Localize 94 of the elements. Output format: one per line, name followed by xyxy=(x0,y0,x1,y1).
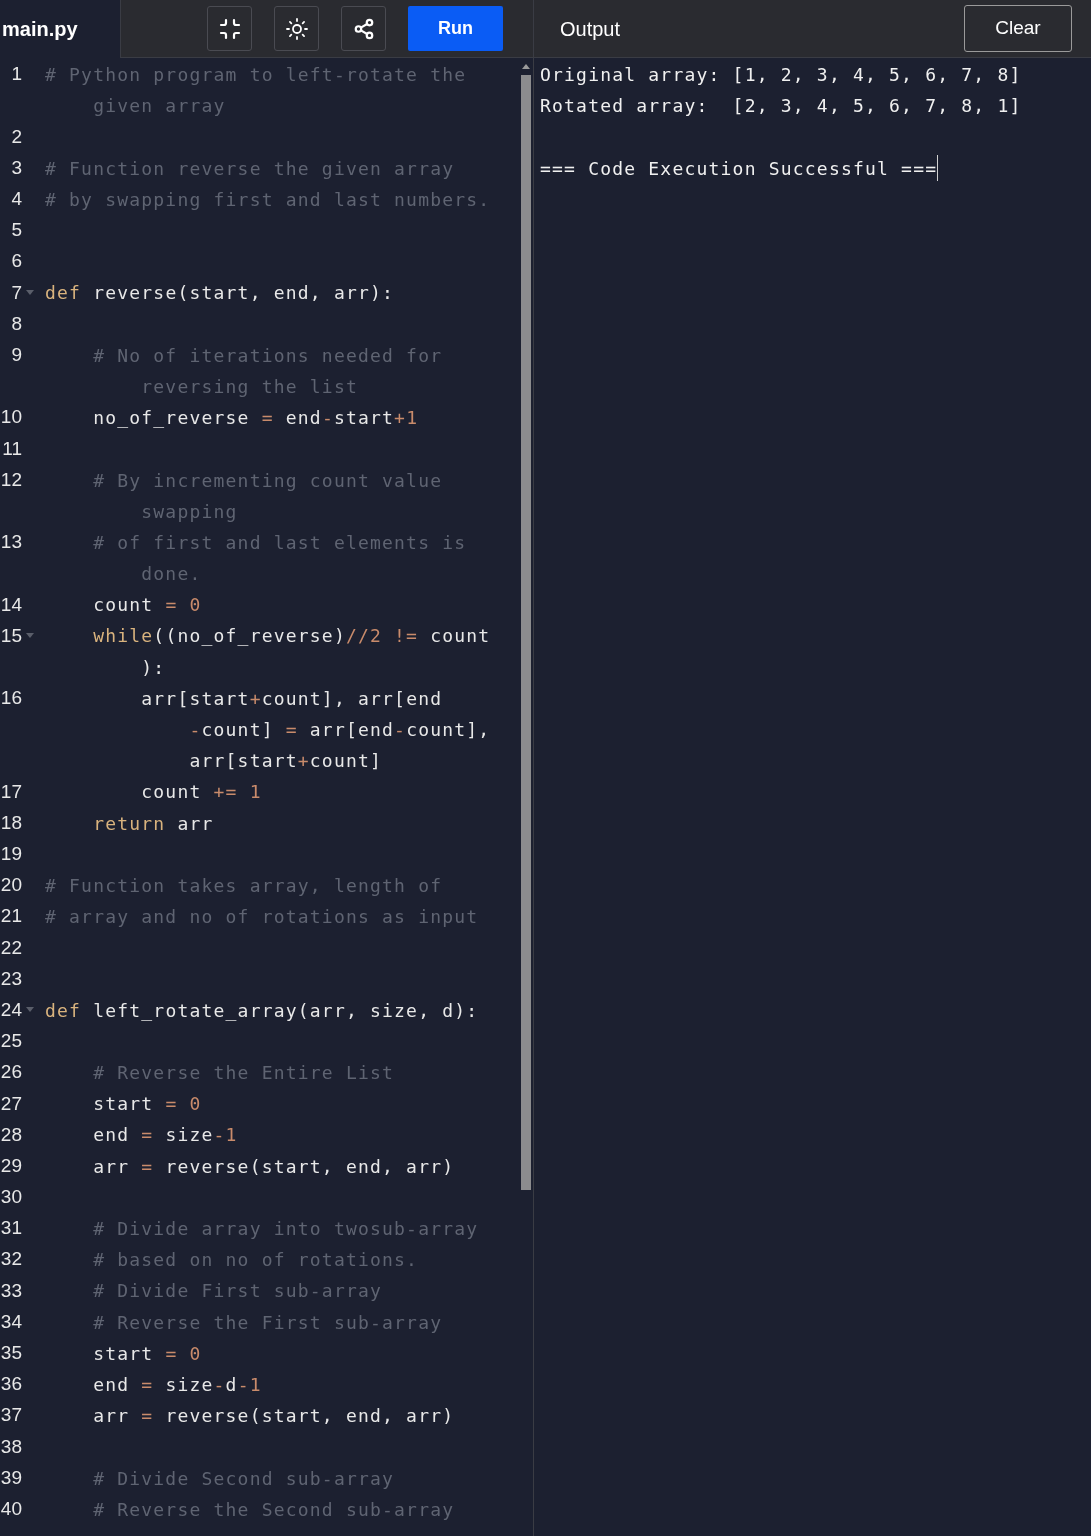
code-line: # array and no of rotations as input xyxy=(45,905,479,930)
line-number: 9 xyxy=(10,343,22,368)
code-line: arr[start+count], arr[end xyxy=(140,686,443,711)
code-line: # Divide array into twosub-array xyxy=(92,1217,479,1242)
code-line: def reverse(start, end, arr): xyxy=(45,281,395,306)
scroll-up-icon[interactable] xyxy=(522,64,530,69)
line-number: 22 xyxy=(0,935,22,960)
code-line: # based on no of rotations. xyxy=(92,1248,419,1273)
code-line: return arr xyxy=(92,811,214,836)
fold-icon[interactable] xyxy=(26,289,34,296)
line-number: 36 xyxy=(0,1372,22,1397)
minimize-icon xyxy=(217,16,242,41)
code-line: count += 1 xyxy=(140,780,262,805)
code-line: # Reverse the First sub-array xyxy=(92,1310,443,1335)
code-line: # Function reverse the given array xyxy=(45,156,455,181)
line-number: 33 xyxy=(0,1278,22,1303)
code-line: # Function takes array, length of xyxy=(45,873,443,898)
code-line: while((no_of_reverse)//2 != count xyxy=(92,624,491,649)
code-line: start = 0 xyxy=(92,1092,202,1117)
line-number: 14 xyxy=(0,592,22,617)
line-number: 1 xyxy=(10,62,22,87)
theme-button[interactable] xyxy=(274,6,319,51)
line-number: 19 xyxy=(0,842,22,867)
code-line: arr = reverse(start, end, arr) xyxy=(92,1404,455,1429)
line-number: 17 xyxy=(0,779,22,804)
code-line: end = size-1 xyxy=(92,1123,238,1148)
line-number: 39 xyxy=(0,1465,22,1490)
line-number: 5 xyxy=(10,218,22,243)
line-number: 38 xyxy=(0,1434,22,1459)
code-line: arr[start+count] xyxy=(188,749,383,774)
run-button[interactable]: Run xyxy=(408,6,503,51)
line-number: 20 xyxy=(0,873,22,898)
line-number: 21 xyxy=(0,904,22,929)
line-number: 3 xyxy=(10,155,22,180)
line-number: 7 xyxy=(10,280,22,305)
code-line: done. xyxy=(140,562,202,587)
line-number: 26 xyxy=(0,1060,22,1085)
line-number: 25 xyxy=(0,1029,22,1054)
code-line: swapping xyxy=(140,499,238,524)
scrollbar-thumb[interactable] xyxy=(521,75,531,1190)
line-number: 2 xyxy=(10,124,22,149)
code-line: given array xyxy=(92,94,226,119)
share-button[interactable] xyxy=(341,6,386,51)
code-line: ): xyxy=(140,655,166,680)
line-number: 16 xyxy=(0,686,22,711)
clear-button[interactable]: Clear xyxy=(964,5,1072,52)
line-number: 8 xyxy=(10,311,22,336)
code-line: # by swapping first and last numbers. xyxy=(45,187,491,212)
line-number: 29 xyxy=(0,1153,22,1178)
line-number: 12 xyxy=(0,467,22,492)
code-line: # Divide First sub-array xyxy=(92,1279,383,1304)
code-line: # Divide Second sub-array xyxy=(92,1466,395,1491)
line-number: 15 xyxy=(0,623,22,648)
code-line: def left_rotate_array(arr, size, d): xyxy=(45,998,479,1023)
line-number: 10 xyxy=(0,405,22,430)
line-number: 18 xyxy=(0,810,22,835)
line-number: 11 xyxy=(1,436,22,461)
line-number: 35 xyxy=(0,1341,22,1366)
share-icon xyxy=(352,17,375,40)
line-number: 37 xyxy=(0,1403,22,1428)
code-line: count = 0 xyxy=(92,593,202,618)
fold-icon[interactable] xyxy=(26,632,34,639)
code-line: arr = reverse(start, end, arr) xyxy=(92,1154,455,1179)
line-number: 24 xyxy=(0,997,22,1022)
code-line: no_of_reverse = end-start+1 xyxy=(92,406,419,431)
status-message: === Code Execution Successful === xyxy=(540,156,938,181)
code-line: # No of iterations needed for xyxy=(92,343,443,368)
text-cursor xyxy=(937,155,939,182)
code-line: # By incrementing count value xyxy=(92,468,443,493)
code-line: # Python program to left-rotate the xyxy=(45,63,467,88)
line-number: 30 xyxy=(0,1185,22,1210)
sun-icon xyxy=(284,16,309,41)
line-number: 6 xyxy=(10,249,22,274)
line-number: 27 xyxy=(0,1091,22,1116)
line-number: 28 xyxy=(0,1122,22,1147)
code-line: # of first and last elements is xyxy=(92,530,467,555)
line-number: 34 xyxy=(0,1309,22,1334)
output-line: Rotated array: [2, 3, 4, 5, 6, 7, 8, 1] xyxy=(540,94,1022,119)
code-line: -count] = arr[end-count], xyxy=(188,718,491,743)
code-line: # Reverse the Entire List xyxy=(92,1061,395,1086)
line-number: 32 xyxy=(0,1247,22,1272)
line-number: 4 xyxy=(10,187,22,212)
minimize-button[interactable] xyxy=(207,6,252,51)
line-number: 31 xyxy=(0,1216,22,1241)
line-number: 13 xyxy=(0,530,22,555)
code-line: # Reverse the Second sub-array xyxy=(92,1497,455,1522)
code-line: reversing the list xyxy=(140,374,358,399)
output-line: Original array: [1, 2, 3, 4, 5, 6, 7, 8] xyxy=(540,63,1022,88)
line-number: 23 xyxy=(0,966,22,991)
code-line: end = size-d-1 xyxy=(92,1372,262,1397)
line-number: 40 xyxy=(0,1496,22,1521)
fold-icon[interactable] xyxy=(26,1007,34,1014)
code-line: start = 0 xyxy=(92,1341,202,1366)
output-title: Output xyxy=(560,16,621,42)
